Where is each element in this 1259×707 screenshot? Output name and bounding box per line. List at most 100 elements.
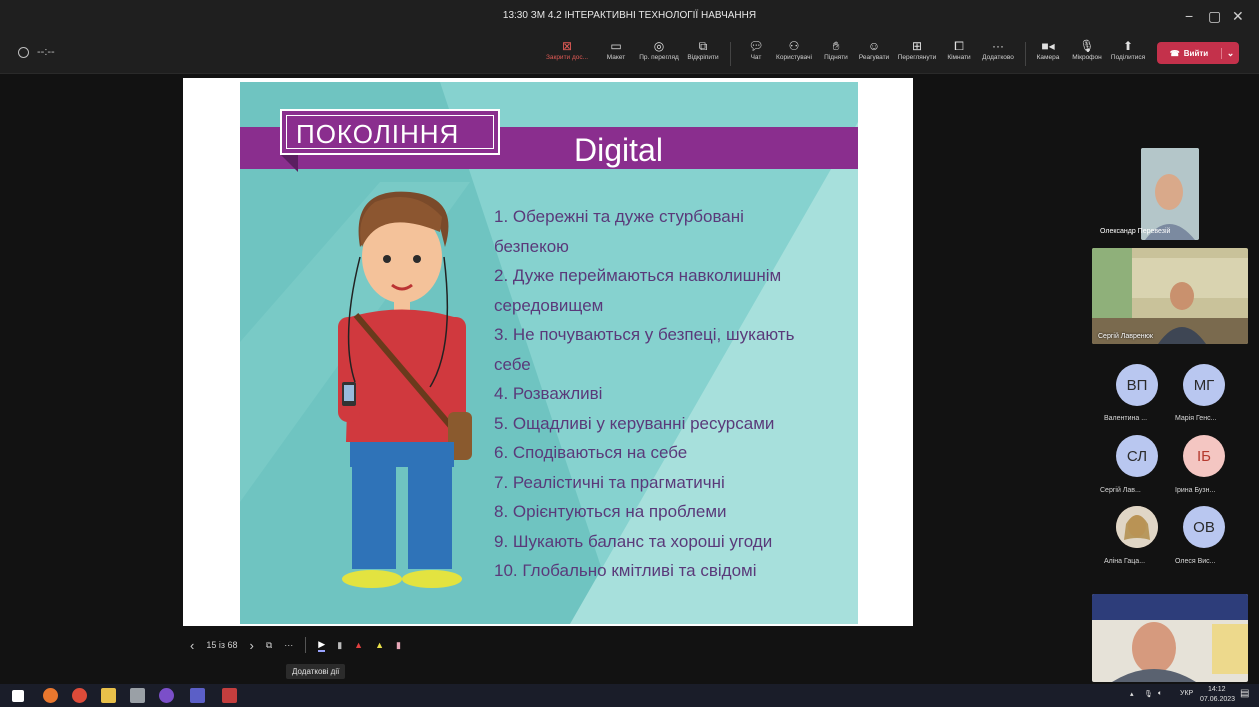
controls-divider <box>305 637 307 653</box>
participant-photo <box>1092 248 1248 344</box>
list-item: 5. Ощадливі у керуванні ресурсами <box>494 413 775 433</box>
leave-button[interactable]: ☎ Вийти ⌄ <box>1157 42 1239 64</box>
participant-name: Сергій Лав... <box>1100 487 1141 494</box>
share-button[interactable]: ⬆ Поділитися <box>1105 38 1151 61</box>
next-slide-icon[interactable]: › <box>250 638 254 653</box>
people-icon: ⚇ <box>788 39 800 53</box>
list-item: середовищем <box>494 295 604 315</box>
list-item: 7. Реалістичні та прагматичні <box>494 472 725 492</box>
presentation-slide: ПОКОЛІННЯ Digital 1. Обережні та дуже ст… <box>240 82 858 624</box>
minimize-icon[interactable]: − <box>1185 8 1193 24</box>
participant-video-1[interactable] <box>1141 148 1199 240</box>
tray-mic-icon[interactable]: 🎙︎ <box>1144 690 1153 698</box>
notifications-icon[interactable]: ▤ <box>1240 688 1249 699</box>
slides-overview-icon[interactable]: ⧉ <box>266 640 272 651</box>
red-pen-icon[interactable]: ▲ <box>354 640 363 650</box>
slide-title-digital: Digital <box>574 132 663 168</box>
microphone-icon: 🎙︎ <box>1079 39 1095 53</box>
highlighter-icon[interactable]: ▲ <box>375 640 384 650</box>
participant-video-2[interactable]: Сергій Лавренюк <box>1092 248 1248 344</box>
pen-icon[interactable]: ▮ <box>337 640 342 651</box>
ribbon-fold <box>280 154 298 172</box>
participant-photo <box>1116 506 1158 548</box>
list-item: 10. Глобально кмітливі та свідомі <box>494 561 757 580</box>
avatar[interactable]: МГ <box>1183 364 1225 406</box>
participant-name: Марія Генс... <box>1175 415 1217 422</box>
tooltip-more-actions: Додаткові дії <box>286 664 346 679</box>
toolbar-divider <box>730 42 731 66</box>
stop-sharing-button[interactable]: ⊠ Закрити дос... <box>544 38 590 61</box>
pointer-tool-icon[interactable]: ▶ <box>318 639 326 652</box>
file-explorer-icon[interactable] <box>101 688 116 703</box>
teen-character-illustration <box>338 191 472 588</box>
grid-icon: ⊞ <box>911 39 923 53</box>
start-icon[interactable] <box>12 690 24 702</box>
participant-name-2: Сергій Лавренюк <box>1098 333 1153 340</box>
phone-icon: ☎ <box>1169 48 1180 58</box>
volume-icon[interactable]: 🔈︎ <box>1158 690 1162 698</box>
list-item: 8. Орієнтуються на проблеми <box>494 502 727 521</box>
avatar[interactable]: ІБ <box>1183 435 1225 477</box>
eye-icon: ◎ <box>653 39 665 53</box>
list-item: 1. Обережні та дуже стурбовані <box>494 207 744 226</box>
more-button[interactable]: ··· Додатково <box>975 38 1021 61</box>
participant-name-1: Олександр Перевезій <box>1100 228 1171 235</box>
more-icon: ··· <box>992 39 1004 53</box>
shield-icon <box>18 46 29 58</box>
participant-name: Валентина ... <box>1104 415 1148 422</box>
layout-icon: ▭ <box>610 39 622 53</box>
preview-button[interactable]: ◎ Пр. перегляд <box>636 38 682 61</box>
maximize-icon[interactable]: ▢ <box>1208 8 1221 25</box>
firefox-icon[interactable] <box>43 688 58 703</box>
viber-icon[interactable] <box>159 688 174 703</box>
pdf-editor-icon[interactable] <box>222 688 237 703</box>
teams-icon[interactable] <box>190 688 205 703</box>
teams-window: 13:30 ЗМ 4.2 ІНТЕРАКТИВНІ ТЕХНОЛОГІЇ НАВ… <box>0 0 1259 707</box>
stop-share-icon: ⊠ <box>561 39 573 53</box>
participant-name: Ірина Бузн... <box>1175 487 1216 494</box>
more-actions-icon[interactable]: ··· <box>284 640 293 650</box>
participant-photo <box>1092 594 1248 682</box>
react-button[interactable]: ☺ Реагувати <box>851 38 897 61</box>
slide-counter: 15 із 68 <box>206 640 238 650</box>
layout-button[interactable]: ▭ Макет <box>593 38 639 61</box>
avatar[interactable]: ВП <box>1116 364 1158 406</box>
chat-icon: 💬︎ <box>748 39 764 53</box>
self-video[interactable] <box>1092 594 1248 682</box>
participant-name: Аліна Гаца... <box>1104 558 1146 565</box>
mic-button[interactable]: 🎙︎ Мікрофон <box>1064 38 1110 61</box>
calculator-icon[interactable] <box>130 688 145 703</box>
avatar-photo[interactable] <box>1116 506 1158 548</box>
clock-time: 14:12 <box>1208 686 1226 693</box>
meeting-toolbar: --:-- ⊠ Закрити дос... ▭ Макет ◎ Пр. перегл… <box>0 34 1259 74</box>
avatar[interactable]: ОВ <box>1183 506 1225 548</box>
close-icon[interactable]: ✕ <box>1232 8 1244 25</box>
language-indicator[interactable]: УКР <box>1180 690 1193 697</box>
list-item: себе <box>494 354 531 374</box>
chrome-icon[interactable] <box>72 688 87 703</box>
hand-icon: ✋︎ <box>832 39 840 53</box>
pop-out-button[interactable]: ⧉ Відкріпити <box>680 38 726 61</box>
rooms-icon: ⧠ <box>954 39 964 53</box>
list-item: 3. Не почуваються у безпеці, шукають <box>494 325 795 344</box>
view-button[interactable]: ⊞ Переглянути <box>894 38 940 61</box>
previous-slide-icon[interactable]: ‹ <box>190 638 194 653</box>
meeting-timer: --:-- <box>18 46 55 58</box>
avatar[interactable]: СЛ <box>1116 435 1158 477</box>
list-item: 4. Розважливі <box>494 384 603 403</box>
participant-photo <box>1141 148 1199 240</box>
people-button[interactable]: ⚇ Користувачі <box>771 38 817 61</box>
slide-title-generation: ПОКОЛІННЯ <box>296 119 460 149</box>
title-bar: 13:30 ЗМ 4.2 ІНТЕРАКТИВНІ ТЕХНОЛОГІЇ НАВ… <box>0 0 1259 34</box>
smiley-icon: ☺ <box>867 39 881 53</box>
chevron-down-icon[interactable]: ⌄ <box>1221 47 1239 59</box>
camera-icon: ■◂ <box>1041 39 1055 53</box>
list-item: безпекою <box>494 236 569 256</box>
window-title: 13:30 ЗМ 4.2 ІНТЕРАКТИВНІ ТЕХНОЛОГІЇ НАВ… <box>502 10 757 21</box>
share-icon: ⬆ <box>1122 39 1134 53</box>
eraser-icon[interactable]: ▮ <box>396 640 401 651</box>
generation-traits-list: 1. Обережні та дуже стурбовані безпекою … <box>494 202 854 586</box>
tray-chevron-icon[interactable]: ▴ <box>1130 690 1134 698</box>
list-item: 9. Шукають баланс та хороші угоди <box>494 531 773 551</box>
list-item: 2. Дуже переймаються навколишнім <box>494 266 782 285</box>
